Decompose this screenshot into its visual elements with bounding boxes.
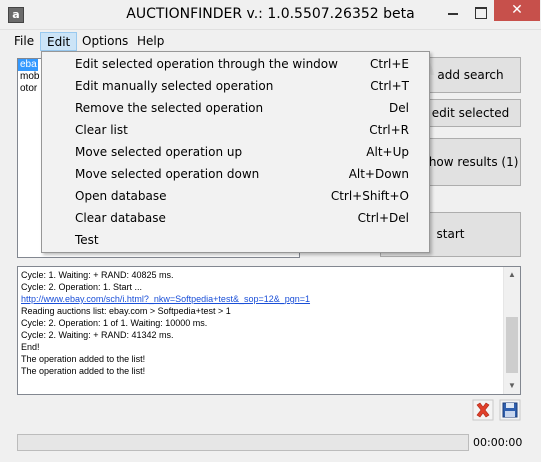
edit-selected-label: edit selected bbox=[431, 106, 510, 120]
menu-bar: File Edit Options Help bbox=[0, 31, 541, 51]
save-button[interactable] bbox=[499, 399, 521, 421]
maximize-button[interactable] bbox=[467, 2, 493, 22]
edit-menu-item-shortcut: Ctrl+Shift+O bbox=[330, 189, 409, 203]
edit-menu-item[interactable]: Edit manually selected operation Ctrl+T bbox=[42, 75, 429, 97]
show-results-label: show results (1) bbox=[422, 155, 519, 169]
edit-menu-item-shortcut: Ctrl+T bbox=[370, 79, 409, 93]
edit-menu-item-shortcut: Alt+Up bbox=[366, 145, 409, 159]
edit-menu-item[interactable]: Clear database Ctrl+Del bbox=[42, 207, 429, 229]
save-icon bbox=[499, 399, 521, 421]
elapsed-timer: 00:00:00 bbox=[473, 436, 523, 449]
menu-options[interactable]: Options bbox=[76, 32, 134, 51]
edit-menu-item-label: Open database bbox=[75, 189, 167, 203]
close-button[interactable]: ✕ bbox=[494, 0, 540, 21]
log-line: Cycle: 2. Waiting: + RAND: 41342 ms. bbox=[21, 330, 174, 340]
log-output[interactable]: Cycle: 1. Waiting: + RAND: 40825 ms. Cycl… bbox=[17, 266, 521, 395]
edit-menu-item-label: Remove the selected operation bbox=[75, 101, 264, 115]
delete-button[interactable] bbox=[472, 399, 494, 421]
menu-help[interactable]: Help bbox=[131, 32, 170, 51]
menu-edit[interactable]: Edit bbox=[40, 32, 78, 51]
edit-menu-item[interactable]: Clear list Ctrl+R bbox=[42, 119, 429, 141]
edit-menu-item-label: Test bbox=[75, 233, 99, 247]
edit-menu-item-shortcut: Del bbox=[389, 101, 409, 115]
edit-menu-item-label: Move selected operation down bbox=[75, 167, 260, 181]
show-results-button[interactable]: show results (1) bbox=[420, 138, 521, 186]
edit-menu-item-label: Edit selected operation through the wind… bbox=[75, 57, 338, 71]
edit-menu-item-label: Clear list bbox=[75, 123, 128, 137]
edit-menu-item-shortcut: Ctrl+E bbox=[370, 57, 409, 71]
minimize-button[interactable] bbox=[440, 2, 466, 22]
log-line: Cycle: 2. Operation: 1. Start ... bbox=[21, 282, 143, 292]
log-line: The operation added to the list! bbox=[21, 366, 146, 376]
log-line: The operation added to the list! bbox=[21, 354, 146, 364]
edit-menu-item[interactable]: Move selected operation down Alt+Down bbox=[42, 163, 429, 185]
scroll-thumb[interactable] bbox=[506, 317, 518, 373]
scroll-down-icon[interactable]: ▼ bbox=[504, 378, 520, 394]
edit-menu-item[interactable]: Move selected operation up Alt+Up bbox=[42, 141, 429, 163]
edit-menu-item-label: Clear database bbox=[75, 211, 166, 225]
title-bar: a AUCTIONFINDER v.: 1.0.5507.26352 beta … bbox=[0, 0, 541, 30]
log-lines: Cycle: 1. Waiting: + RAND: 40825 ms. Cycl… bbox=[21, 269, 501, 377]
edit-menu-item[interactable]: Remove the selected operation Del bbox=[42, 97, 429, 119]
scroll-up-icon[interactable]: ▲ bbox=[504, 267, 520, 283]
log-line: End! bbox=[21, 342, 40, 352]
delete-icon bbox=[472, 399, 494, 421]
log-link[interactable]: http://www.ebay.com/sch/i.html?_nkw=Soft… bbox=[21, 293, 501, 305]
edit-menu-dropdown: Edit selected operation through the wind… bbox=[41, 51, 430, 253]
edit-menu-item-shortcut: Alt+Down bbox=[348, 167, 409, 181]
edit-menu-item-shortcut: Ctrl+Del bbox=[357, 211, 409, 225]
log-line: Reading auctions list: ebay.com > Softpe… bbox=[21, 306, 231, 316]
log-scrollbar[interactable]: ▲ ▼ bbox=[503, 267, 520, 394]
log-line: Cycle: 1. Waiting: + RAND: 40825 ms. bbox=[21, 270, 174, 280]
edit-menu-item[interactable]: Open database Ctrl+Shift+O bbox=[42, 185, 429, 207]
list-item[interactable]: eba bbox=[18, 59, 38, 71]
edit-selected-button[interactable]: edit selected bbox=[420, 99, 521, 127]
edit-menu-item-label: Move selected operation up bbox=[75, 145, 243, 159]
progress-bar bbox=[17, 434, 469, 451]
edit-menu-item-shortcut: Ctrl+R bbox=[369, 123, 409, 137]
edit-menu-item[interactable]: Test bbox=[42, 229, 429, 251]
log-line: Cycle: 2. Operation: 1 of 1. Waiting: 10… bbox=[21, 318, 208, 328]
menu-file[interactable]: File bbox=[8, 32, 40, 51]
edit-menu-item[interactable]: Edit selected operation through the wind… bbox=[42, 53, 429, 75]
add-search-action-button[interactable]: add search action bbox=[420, 57, 521, 116]
edit-menu-item-label: Edit manually selected operation bbox=[75, 79, 274, 93]
